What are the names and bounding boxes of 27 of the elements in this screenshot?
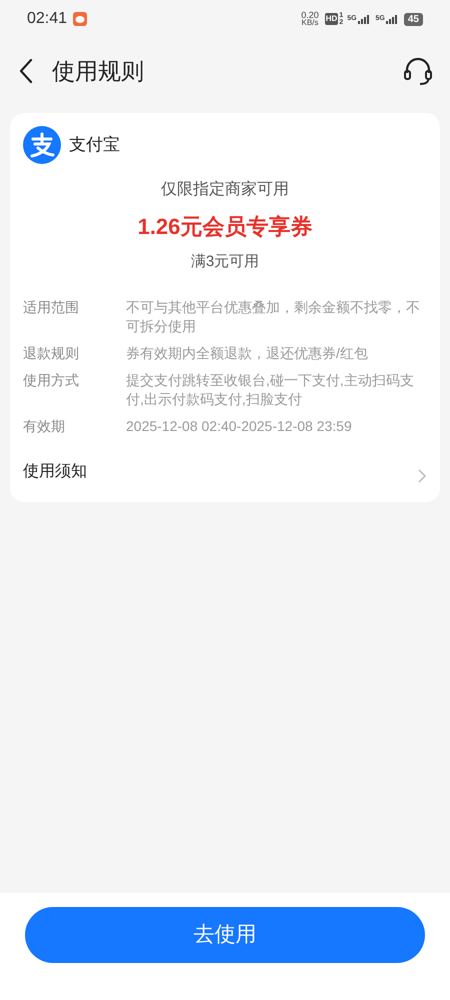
detail-label: 适用范围 xyxy=(23,298,80,316)
page-title: 使用规则 xyxy=(52,56,144,86)
coupon-title: 1.26元会员专享券 xyxy=(138,213,312,241)
detail-value: 券有效期内全额退款，退还优惠券/红包 xyxy=(126,344,369,362)
signal-icon xyxy=(358,14,370,24)
use-button[interactable]: 去使用 xyxy=(25,907,425,963)
app-notification-icon xyxy=(73,12,88,26)
hd-badge: HD xyxy=(324,13,338,25)
detail-value: 提交支付跳转至收银台,碰一下支付,主动扫码支付,出示付款码支付,扫脸支付 xyxy=(126,370,415,408)
notice-label: 使用须知 xyxy=(23,462,87,482)
detail-label: 使用方式 xyxy=(23,370,80,390)
network-speed: 0.20 xyxy=(301,11,319,19)
threshold-text: 满3元可用 xyxy=(190,252,260,272)
notice-row[interactable]: 使用须知 xyxy=(23,460,427,484)
brand-logo-icon xyxy=(23,126,61,164)
speed-unit: KB/s xyxy=(302,19,318,27)
signal-icon xyxy=(386,14,398,24)
headset-icon[interactable] xyxy=(402,55,434,87)
battery-indicator: 45 xyxy=(404,12,423,26)
status-time: 02:41 xyxy=(27,9,68,29)
scope-note: 仅限指定商家可用 xyxy=(161,180,289,200)
brand-name: 支付宝 xyxy=(69,134,120,156)
detail-value: 不可与其他平台优惠叠加，剩余金额不找零，不可拆分使用 xyxy=(126,298,421,336)
chevron-right-icon xyxy=(417,468,427,484)
detail-label: 有效期 xyxy=(23,416,66,436)
detail-value: 2025-12-08 02:40-2025-12-08 23:59 xyxy=(126,416,353,436)
detail-label: 退款规则 xyxy=(23,344,80,362)
